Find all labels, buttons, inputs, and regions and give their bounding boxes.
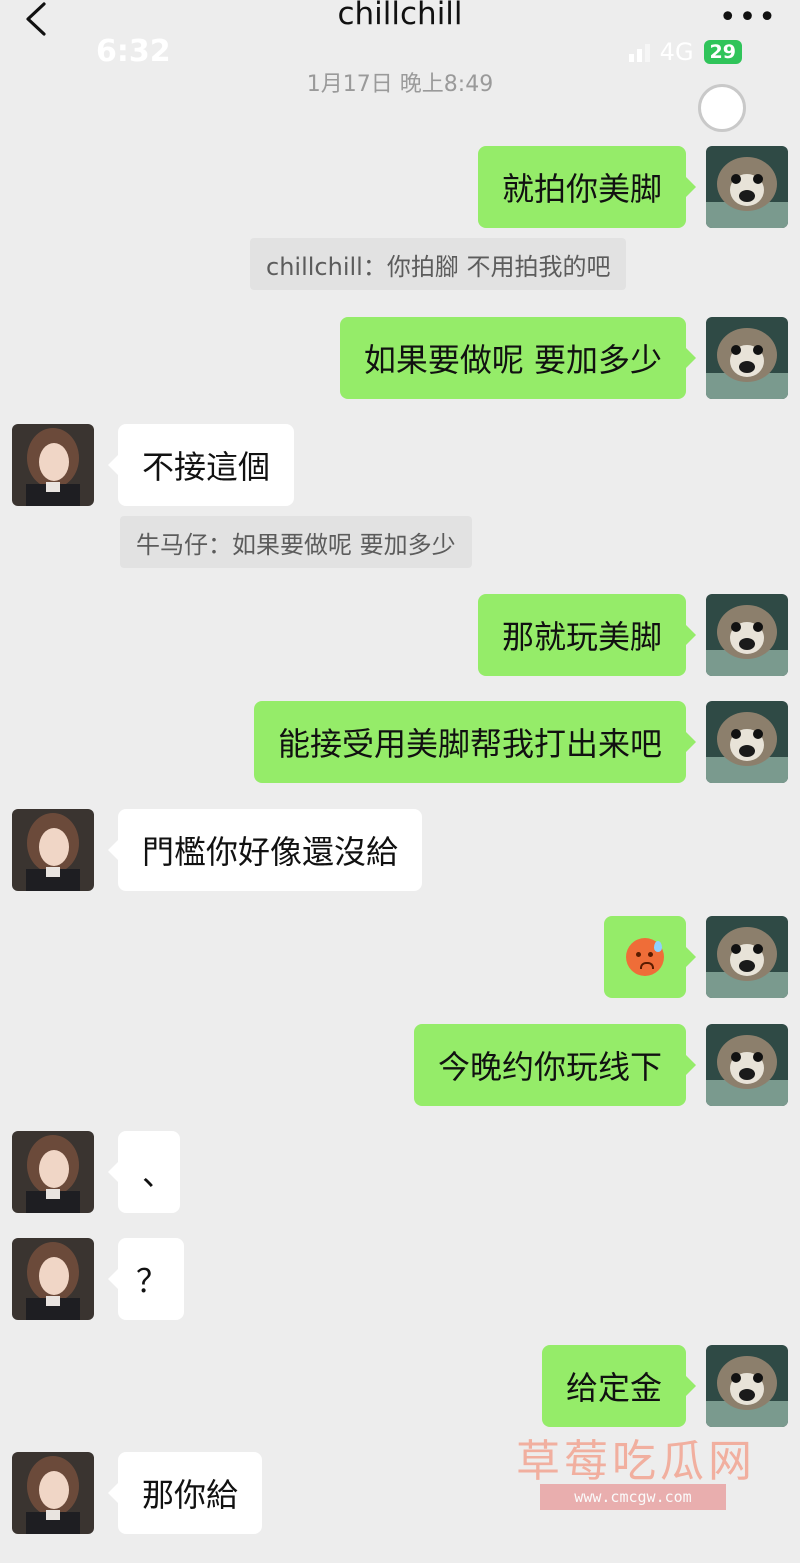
message-text: 門檻你好像還沒給 xyxy=(142,833,399,871)
my-avatar[interactable] xyxy=(706,317,788,399)
my-avatar[interactable] xyxy=(706,594,788,676)
watermark-url: www.cmcgw.com xyxy=(540,1484,726,1510)
message-text: 就拍你美脚 xyxy=(501,170,662,208)
contact-message-bubble[interactable]: 門檻你好像還沒給 xyxy=(107,809,423,891)
status-time: 6:32 xyxy=(96,34,171,69)
quoted-reply[interactable]: chillchill：你拍腳 不用拍我的吧 xyxy=(250,238,627,290)
my-avatar[interactable] xyxy=(706,1024,788,1106)
floating-circle-button[interactable] xyxy=(698,84,746,132)
contact-message-bubble[interactable]: 、 xyxy=(108,1131,180,1213)
message-text: 那你給 xyxy=(142,1476,239,1514)
battery-icon: 29 xyxy=(703,40,742,64)
my-message-bubble[interactable]: 给定金 xyxy=(541,1345,697,1427)
my-message-bubble[interactable]: 就拍你美脚 xyxy=(477,146,697,228)
signal-icon xyxy=(628,42,650,62)
my-message-bubble[interactable]: 那就玩美脚 xyxy=(477,594,697,676)
my-message-bubble[interactable]: 如果要做呢 要加多少 xyxy=(339,317,697,399)
my-avatar[interactable] xyxy=(706,1345,788,1427)
message-text: ？ xyxy=(136,1262,169,1300)
cold-sweat-emoji-icon xyxy=(626,938,664,976)
message-text: 、 xyxy=(142,1155,175,1193)
contact-avatar[interactable] xyxy=(12,424,94,506)
my-message-bubble[interactable]: 能接受用美脚帮我打出来吧 xyxy=(253,701,697,783)
contact-message-bubble[interactable]: 不接這個 xyxy=(107,424,295,506)
my-avatar[interactable] xyxy=(706,701,788,783)
contact-message-bubble[interactable]: 那你給 xyxy=(107,1452,263,1534)
message-text: 如果要做呢 要加多少 xyxy=(363,341,662,379)
contact-avatar[interactable] xyxy=(12,1452,94,1534)
my-message-bubble[interactable]: 今晚约你玩线下 xyxy=(413,1024,697,1106)
more-options-icon[interactable]: ••• xyxy=(719,0,778,35)
message-text: 不接這個 xyxy=(142,448,271,486)
message-text: 那就玩美脚 xyxy=(501,618,662,656)
contact-avatar[interactable] xyxy=(12,1131,94,1213)
contact-avatar[interactable] xyxy=(12,1238,94,1320)
status-indicators: 4G 29 xyxy=(628,38,742,66)
my-message-bubble[interactable] xyxy=(604,916,696,998)
my-avatar[interactable] xyxy=(706,916,788,998)
message-text: 今晚约你玩线下 xyxy=(437,1048,662,1086)
quoted-reply[interactable]: 牛马仔：如果要做呢 要加多少 xyxy=(120,516,472,568)
contact-message-bubble[interactable]: ？ xyxy=(108,1238,184,1320)
my-avatar[interactable] xyxy=(706,146,788,228)
chat-title: chillchill xyxy=(337,0,463,32)
chat-timestamp: 1月17日 晚上8:49 xyxy=(306,72,494,97)
watermark-text: 草莓吃瓜网 xyxy=(516,1436,756,1487)
message-text: 给定金 xyxy=(565,1369,662,1407)
network-label: 4G xyxy=(659,38,694,66)
contact-avatar[interactable] xyxy=(12,809,94,891)
message-text: 能接受用美脚帮我打出来吧 xyxy=(277,725,662,763)
